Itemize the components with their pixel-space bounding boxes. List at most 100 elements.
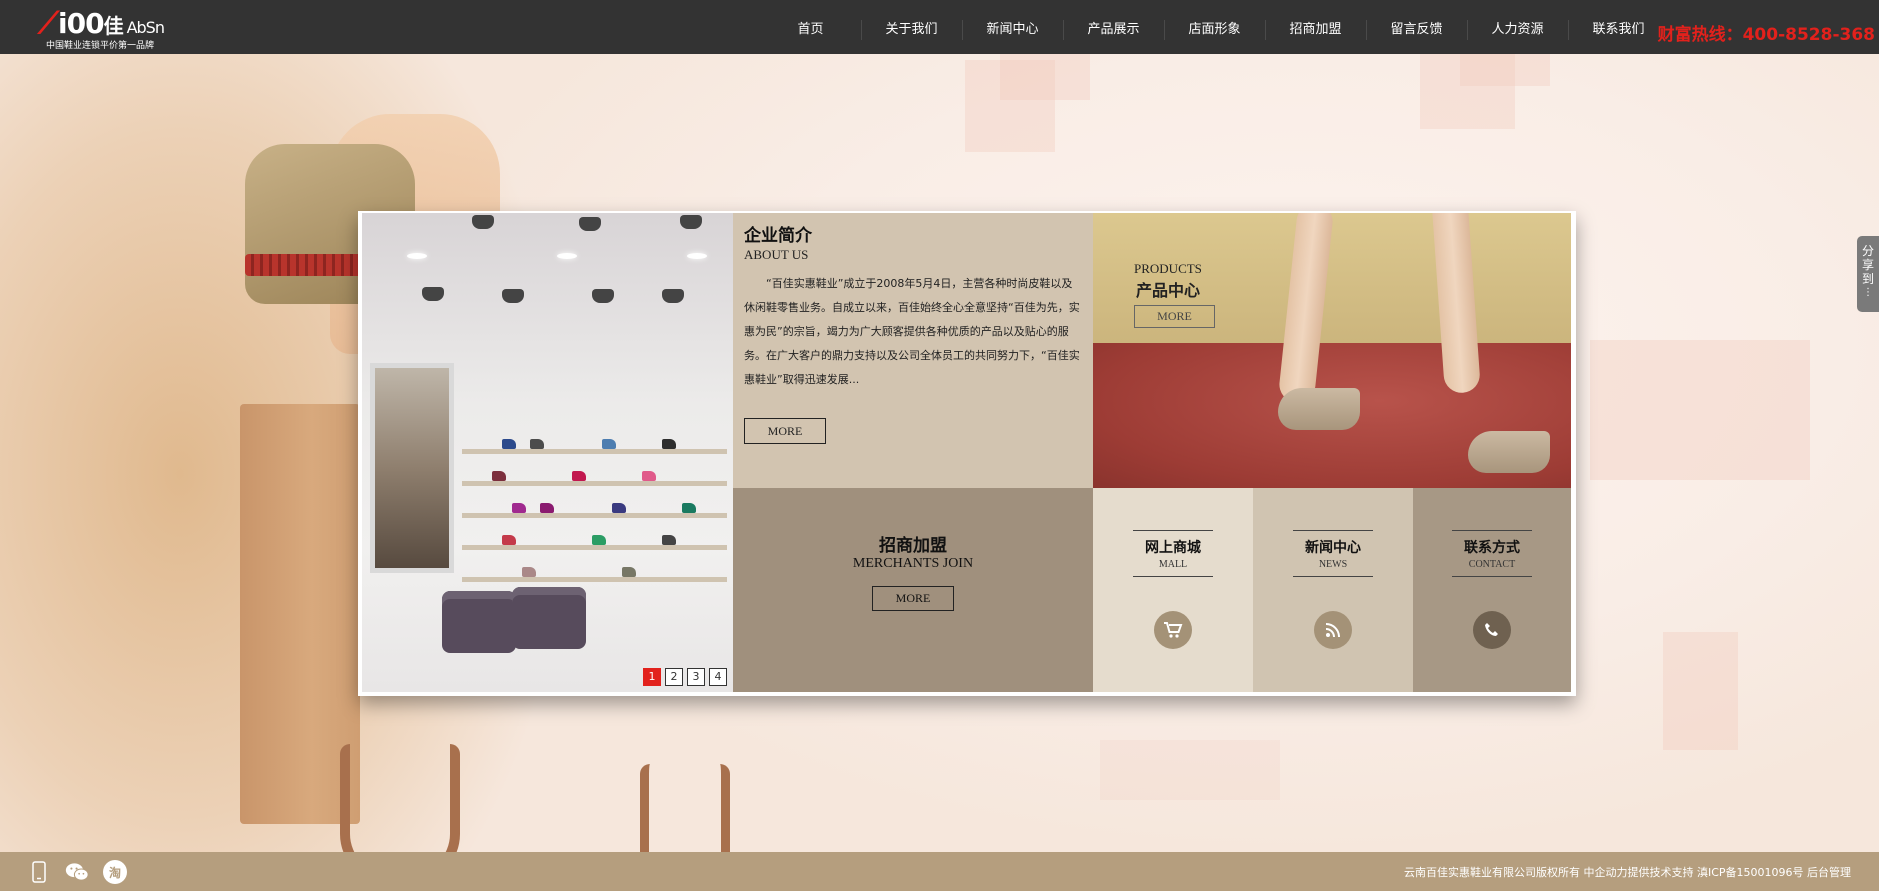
store-image-slider[interactable]: 1 2 3 4 <box>362 213 733 692</box>
merchants-title: 招商加盟 <box>879 536 947 556</box>
shoe <box>662 439 676 449</box>
about-title: 企业简介 <box>744 226 812 246</box>
shoe-shelf <box>462 481 727 486</box>
model-sandal <box>640 764 730 852</box>
merchants-more-button[interactable]: MORE <box>872 586 954 611</box>
shoe <box>540 503 554 513</box>
nav-item-hr[interactable]: 人力资源 <box>1467 0 1568 54</box>
spotlight <box>502 289 524 303</box>
shoe <box>530 439 544 449</box>
tile-title-box: 联系方式 CONTACT <box>1452 530 1532 577</box>
nav-item-store-image[interactable]: 店面形象 <box>1164 0 1265 54</box>
tile-title-box: 网上商城 MALL <box>1133 530 1213 577</box>
taobao-icon[interactable]: 淘 <box>103 860 127 884</box>
more-dots-icon: ⋮ <box>1863 287 1873 298</box>
tile-news-title-en: NEWS <box>1318 559 1348 570</box>
high-heel-shoe <box>1278 388 1360 430</box>
about-title-en: ABOUT US <box>744 247 809 262</box>
nav-item-home[interactable]: 首页 <box>760 0 861 54</box>
nav-item-feedback[interactable]: 留言反馈 <box>1366 0 1467 54</box>
tile-contact-title: 联系方式 <box>1464 540 1520 556</box>
shoe <box>622 567 636 577</box>
ceiling-light <box>557 253 577 259</box>
tile-title-box: 新闻中心 NEWS <box>1293 530 1373 577</box>
phone-icon <box>1473 611 1511 649</box>
products-heading: PRODUCTS 产品中心 <box>1134 261 1202 301</box>
shoe <box>612 503 626 513</box>
nav-item-products[interactable]: 产品展示 <box>1063 0 1164 54</box>
taobao-glyph: 淘 <box>108 865 121 880</box>
logo-slogan: 中国鞋业连锁平价第一品牌 <box>46 41 155 51</box>
about-section: 企业简介 ABOUT US “百佳实惠鞋业”成立于2008年5月4日，主营各种时… <box>733 213 1093 488</box>
tile-contact-title-en: CONTACT <box>1468 559 1516 570</box>
slider-page-button[interactable]: 2 <box>665 668 683 686</box>
decorative-square <box>1460 54 1550 86</box>
footer-copyright: 云南百佳实惠鞋业有限公司版权所有 中企动力提供技术支持 滇ICP备1500109… <box>1403 866 1851 879</box>
shoe <box>492 471 506 481</box>
about-more-button[interactable]: MORE <box>744 418 826 444</box>
decorative-square <box>1590 340 1810 480</box>
shoe <box>512 503 526 513</box>
site-header: ⟋i00佳 AbSn 中国鞋业连锁平价第一品牌 首页 关于我们 新闻中心 产品展示… <box>0 0 1879 54</box>
wechat-icon[interactable] <box>65 860 89 884</box>
spotlight <box>680 215 702 229</box>
tile-contact[interactable]: 联系方式 CONTACT <box>1413 488 1571 692</box>
spotlight <box>422 287 444 301</box>
shoe <box>662 535 676 545</box>
about-body: “百佳实惠鞋业”成立于2008年5月4日，主营各种时尚皮鞋以及休闲鞋零售业务。自… <box>744 277 1080 386</box>
shoe <box>522 567 536 577</box>
mobile-icon[interactable] <box>27 860 51 884</box>
tile-news[interactable]: 新闻中心 NEWS <box>1253 488 1413 692</box>
decorative-square <box>1100 740 1280 800</box>
hotline: 财富热线：400-8528-368 <box>1657 25 1875 45</box>
shoe-shelf <box>462 577 727 582</box>
shoe-shelf <box>462 513 727 518</box>
rss-icon <box>1314 611 1352 649</box>
nav-item-contact[interactable]: 联系我们 <box>1568 0 1669 54</box>
shoe <box>682 503 696 513</box>
spotlight <box>592 289 614 303</box>
shoe <box>572 471 586 481</box>
products-title-en: PRODUCTS <box>1134 261 1202 276</box>
products-title: 产品中心 <box>1135 281 1200 300</box>
footer-icons: 淘 <box>27 860 127 884</box>
merchants-section: 招商加盟 MERCHANTS JOIN MORE <box>733 488 1093 692</box>
nav-item-news[interactable]: 新闻中心 <box>962 0 1063 54</box>
store-ottoman <box>442 591 516 653</box>
shoe <box>502 535 516 545</box>
store-ottoman <box>512 587 586 649</box>
shoe-shelf <box>462 545 727 550</box>
shoe <box>642 471 656 481</box>
nav-item-franchise[interactable]: 招商加盟 <box>1265 0 1366 54</box>
slider-page-button[interactable]: 1 <box>643 668 661 686</box>
spotlight <box>662 289 684 303</box>
slider-page-button[interactable]: 3 <box>687 668 705 686</box>
nav-item-about[interactable]: 关于我们 <box>861 0 962 54</box>
tile-mall-title: 网上商城 <box>1145 540 1201 556</box>
ceiling-light <box>407 253 427 259</box>
spotlight <box>472 215 494 229</box>
site-logo[interactable]: ⟋i00佳 AbSn 中国鞋业连锁平价第一品牌 <box>38 4 188 51</box>
site-footer: 淘 云南百佳实惠鞋业有限公司版权所有 中企动力提供技术支持 滇ICP备15001… <box>0 852 1879 891</box>
shoe <box>502 439 516 449</box>
tile-news-title: 新闻中心 <box>1305 540 1361 556</box>
main-nav: 首页 关于我们 新闻中心 产品展示 店面形象 招商加盟 留言反馈 人力资源 联系… <box>760 0 1669 54</box>
decorative-square <box>1663 632 1738 750</box>
model-sandal <box>340 744 460 852</box>
shoe <box>602 439 616 449</box>
products-section[interactable]: PRODUCTS 产品中心 MORE <box>1093 213 1571 488</box>
tile-mall[interactable]: 网上商城 MALL <box>1093 488 1253 692</box>
share-tab[interactable]: 分享到 ⋮ <box>1857 236 1879 312</box>
slider-pagination: 1 2 3 4 <box>643 668 727 686</box>
spotlight <box>579 217 601 231</box>
ceiling-light <box>687 253 707 259</box>
merchants-title-en: MERCHANTS JOIN <box>852 556 974 571</box>
shoe-shelf <box>462 449 727 454</box>
cart-icon <box>1154 611 1192 649</box>
high-heel-shoe <box>1468 431 1550 473</box>
shoe <box>592 535 606 545</box>
share-label: 分享到 <box>1862 244 1875 286</box>
content-panel: 1 2 3 4 企业简介 ABOUT US “百佳实惠鞋业”成立于2008年5月… <box>358 211 1576 696</box>
slider-page-button[interactable]: 4 <box>709 668 727 686</box>
products-more-button[interactable]: MORE <box>1134 305 1215 328</box>
